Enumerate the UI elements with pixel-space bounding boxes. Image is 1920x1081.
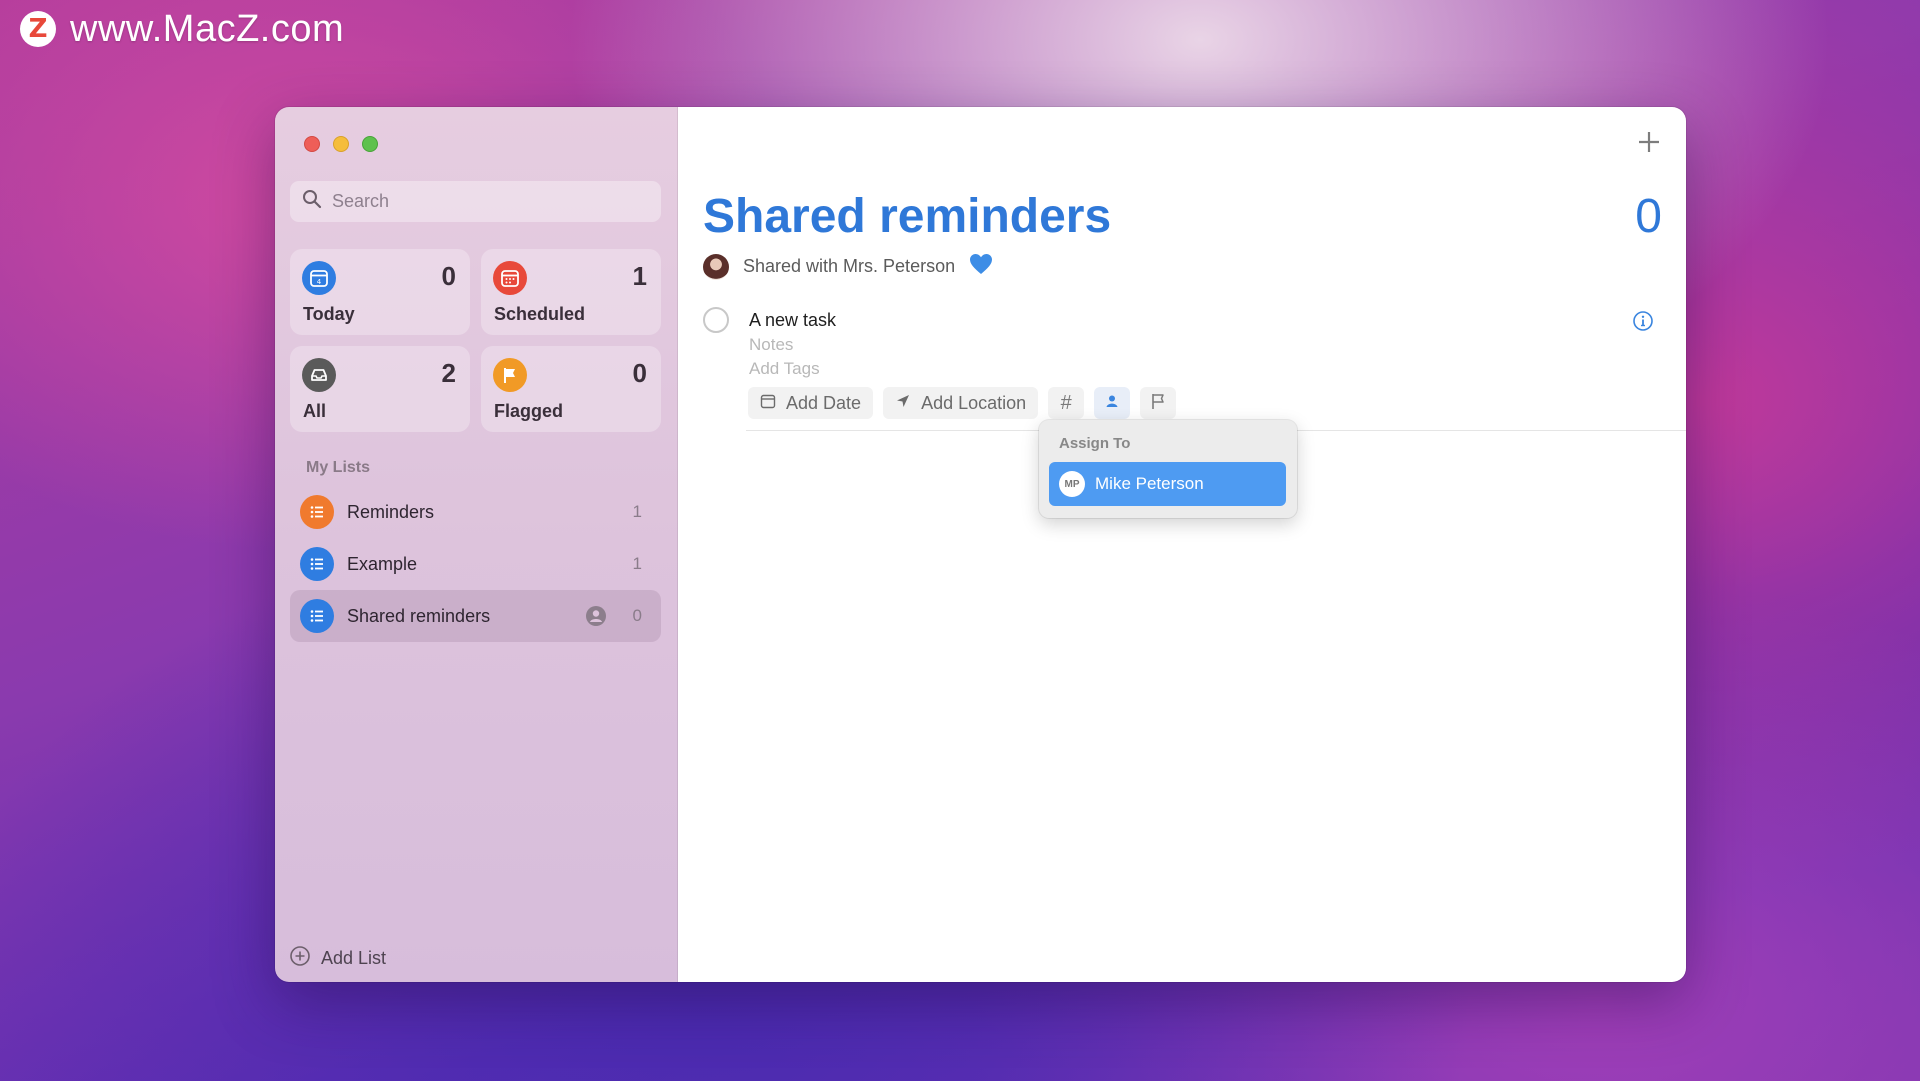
my-lists: Reminders 1 Example 1 Shared reminders 0 [290,486,661,642]
calendar-icon [760,393,776,414]
tile-scheduled[interactable]: 1 Scheduled [481,249,661,335]
my-lists-heading: My Lists [306,459,371,476]
add-list-button[interactable]: Add List [289,945,386,972]
assignee-name: Mike Peterson [1095,474,1204,493]
shared-person-icon [585,605,607,632]
task-checkbox[interactable] [703,307,729,333]
person-icon [1104,393,1120,414]
calendar-today-icon: 4 [302,261,336,295]
sidebar-item-label: Example [347,553,418,574]
search-input[interactable] [332,191,632,212]
zoom-button[interactable] [362,136,378,152]
assign-button[interactable] [1094,387,1131,419]
location-arrow-icon [895,393,911,414]
reminders-window: 4 0 Today 1 Scheduled 2 All [275,107,1686,982]
plus-circle-icon [289,945,311,972]
watermark-logo: Z [20,11,56,47]
watermark-text: www.MacZ.com [70,7,345,50]
sidebar-item-label: Shared reminders [347,605,491,626]
window-controls [304,136,378,152]
add-list-label: Add List [321,948,387,968]
tile-all-count: 2 [441,358,456,388]
tile-flagged-count: 0 [632,358,647,388]
minimize-button[interactable] [333,136,349,152]
close-button[interactable] [304,136,320,152]
calendar-scheduled-icon [493,261,527,295]
plus-icon [1639,132,1659,152]
list-bullet-icon [300,599,334,633]
notes-field[interactable]: Notes [749,335,793,355]
list-title: Shared reminders [703,190,1112,243]
hashtag-icon: # [1060,391,1072,414]
list-bullet-icon [300,495,334,529]
add-tag-button[interactable]: # [1048,387,1085,419]
new-reminder-button[interactable] [1636,127,1662,161]
sidebar-item-count: 1 [632,502,642,521]
search-field[interactable] [290,181,661,222]
tags-field[interactable]: Add Tags [749,359,820,379]
search-icon [302,189,322,214]
sidebar-item-shared-reminders[interactable]: Shared reminders 0 [290,590,661,642]
assign-to-popup: Assign To MP Mike Peterson [1039,420,1297,518]
sidebar-item-label: Reminders [347,501,435,522]
add-date-button[interactable]: Add Date [748,387,874,419]
add-location-label: Add Location [921,392,1027,413]
avatar: MP [1059,471,1085,497]
sidebar-item-example[interactable]: Example 1 [290,538,661,590]
tile-scheduled-count: 1 [632,261,647,291]
info-button[interactable] [1632,310,1654,337]
sidebar-item-count: 0 [632,606,642,625]
flag-button[interactable] [1140,387,1177,419]
tile-today[interactable]: 4 0 Today [290,249,470,335]
flag-icon [493,358,527,392]
task-toolbar: Add Date Add Location # [748,387,1177,419]
watermark: Z www.MacZ.com [20,8,344,50]
shared-info: Shared with Mrs. Peterson [703,253,993,280]
add-date-label: Add Date [786,392,862,413]
tile-all-label: All [303,401,327,421]
avatar [703,253,729,280]
popup-title: Assign To [1059,435,1131,452]
tile-flagged[interactable]: 0 Flagged [481,346,661,432]
assignee-option[interactable]: MP Mike Peterson [1049,462,1286,506]
tile-today-count: 0 [441,261,456,291]
flag-outline-icon [1149,392,1167,415]
tile-all[interactable]: 2 All [290,346,470,432]
main-pane: Shared reminders 0 Shared with Mrs. Pete… [678,107,1686,982]
sidebar-item-reminders[interactable]: Reminders 1 [290,486,661,538]
blue-heart-icon [969,253,993,280]
info-icon [1633,311,1653,331]
tile-flagged-label: Flagged [494,401,564,421]
svg-text:4: 4 [317,278,322,286]
smart-lists: 4 0 Today 1 Scheduled 2 All 0 Flagged [290,249,661,432]
list-bullet-icon [300,547,334,581]
sidebar: 4 0 Today 1 Scheduled 2 All [275,107,678,982]
task-title[interactable]: A new task [749,310,836,331]
add-location-button[interactable]: Add Location [883,387,1039,419]
shared-with-text: Shared with Mrs. Peterson [743,256,956,276]
tile-today-label: Today [303,304,355,324]
list-count: 0 [1635,190,1662,243]
tile-scheduled-label: Scheduled [494,304,586,324]
sidebar-item-count: 1 [632,554,642,573]
tray-icon [302,358,336,392]
